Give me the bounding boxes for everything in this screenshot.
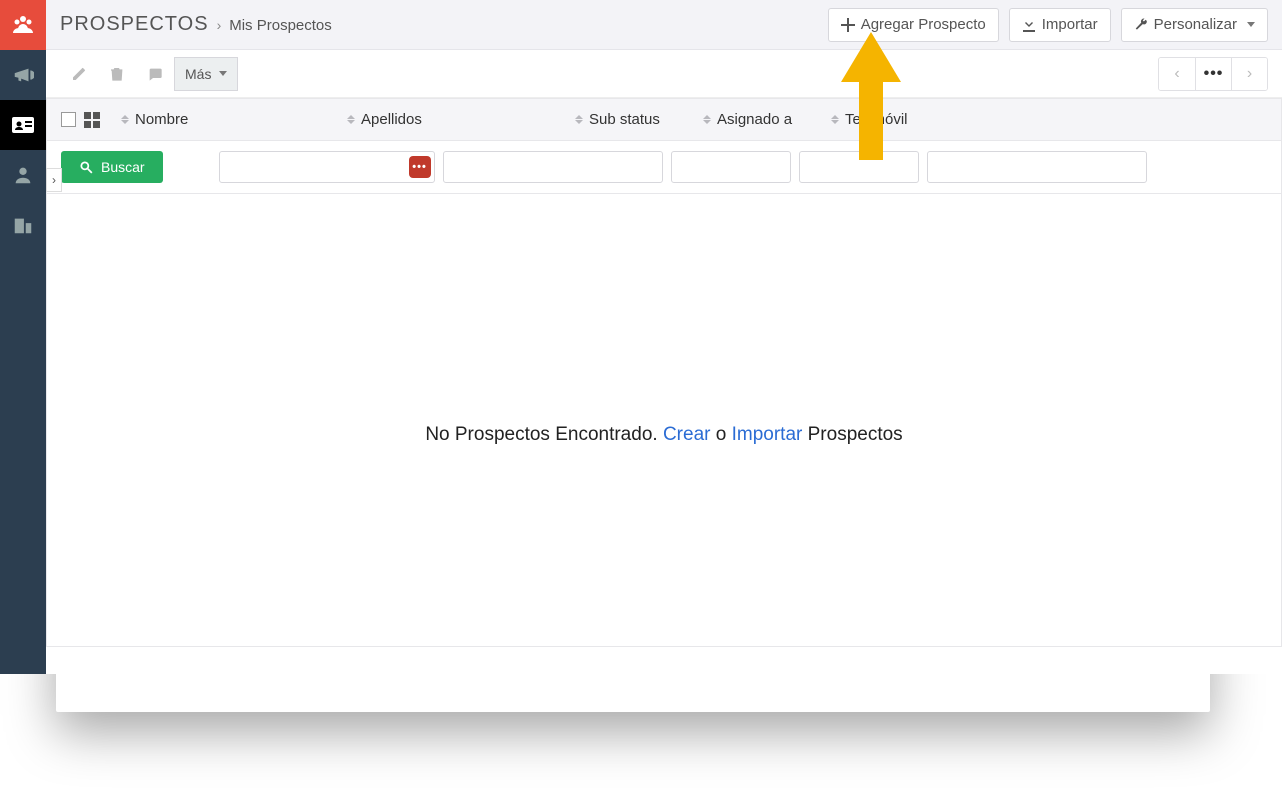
trash-icon	[109, 66, 125, 82]
caret-down-icon	[1247, 22, 1255, 27]
column-header-name[interactable]: Nombre	[113, 111, 339, 128]
comment-icon	[147, 66, 163, 82]
sidebar-item-organizations[interactable]	[0, 200, 46, 250]
customize-label: Personalizar	[1154, 16, 1237, 33]
column-header-mobile[interactable]: Tel. móvil	[823, 111, 1281, 128]
empty-prefix: No Prospectos Encontrado.	[425, 424, 663, 445]
filter-options-badge[interactable]: •••	[409, 156, 431, 178]
filter-substatus-input[interactable]	[671, 151, 791, 183]
edit-button[interactable]	[60, 57, 98, 91]
sidebar-expand-toggle[interactable]: ›	[46, 168, 62, 192]
filter-name-input[interactable]	[219, 151, 435, 183]
caret-down-icon	[219, 71, 227, 76]
column-label: Asignado a	[717, 111, 792, 128]
megaphone-icon	[12, 64, 34, 86]
plus-icon	[841, 18, 855, 32]
column-header-assigned[interactable]: Asignado a	[695, 111, 823, 128]
sort-icon	[575, 115, 583, 124]
empty-or: o	[710, 424, 731, 445]
select-all-checkbox[interactable]	[61, 112, 76, 127]
sort-icon	[831, 115, 839, 124]
chevron-right-icon: ›	[52, 173, 56, 187]
download-icon	[1022, 18, 1036, 32]
user-icon	[12, 164, 34, 186]
more-label: Más	[185, 66, 211, 82]
building-icon	[12, 214, 34, 236]
chevron-right-icon: ›	[1247, 65, 1252, 83]
people-icon	[11, 13, 35, 37]
filter-lastname-input[interactable]	[443, 151, 663, 183]
import-button[interactable]: Importar	[1009, 8, 1111, 42]
sidebar-item-campaigns[interactable]	[0, 50, 46, 100]
pencil-icon	[71, 66, 87, 82]
prospects-grid: Nombre Apellidos Sub status Asignado a	[46, 98, 1282, 647]
empty-suffix: Prospectos	[802, 424, 902, 445]
breadcrumb-separator: ›	[217, 17, 222, 33]
module-title: PROSPECTOS	[60, 13, 209, 36]
list-toolbar: Más ‹ ••• ›	[46, 50, 1282, 98]
column-label: Sub status	[589, 111, 660, 128]
ellipsis-icon: •••	[1204, 65, 1224, 83]
import-label: Importar	[1042, 16, 1098, 33]
column-label: Nombre	[135, 111, 188, 128]
id-card-icon	[11, 115, 35, 135]
breadcrumb: PROSPECTOS › Mis Prospectos	[60, 13, 818, 36]
pagination-nav: ‹ ••• ›	[1158, 57, 1268, 91]
sort-icon	[347, 115, 355, 124]
sidebar-item-prospects[interactable]	[0, 100, 46, 150]
column-label: Tel. móvil	[845, 111, 908, 128]
column-header-substatus[interactable]: Sub status	[567, 111, 695, 128]
empty-create-link[interactable]: Crear	[663, 424, 711, 445]
breadcrumb-current: Mis Prospectos	[229, 17, 332, 34]
page-prev-button[interactable]: ‹	[1159, 58, 1195, 90]
add-prospect-label: Agregar Prospecto	[861, 16, 986, 33]
wrench-icon	[1134, 18, 1148, 32]
column-label: Apellidos	[361, 111, 422, 128]
customize-button[interactable]: Personalizar	[1121, 8, 1268, 42]
column-header-lastname[interactable]: Apellidos	[339, 111, 567, 128]
sidebar	[0, 0, 46, 674]
search-icon	[79, 160, 93, 174]
add-prospect-button[interactable]: Agregar Prospecto	[828, 8, 999, 42]
empty-state: No Prospectos Encontrado. Crear o Import…	[47, 194, 1281, 646]
comment-button[interactable]	[136, 57, 174, 91]
more-actions-button[interactable]: Más	[174, 57, 238, 91]
sidebar-item-contacts[interactable]	[0, 150, 46, 200]
search-button[interactable]: Buscar	[61, 151, 163, 183]
view-toggle-icon[interactable]	[84, 112, 100, 128]
page-header: PROSPECTOS › Mis Prospectos Agregar Pros…	[46, 0, 1282, 50]
delete-button[interactable]	[98, 57, 136, 91]
page-next-button[interactable]: ›	[1231, 58, 1267, 90]
grid-filter-row: Buscar •••	[47, 141, 1281, 194]
search-label: Buscar	[101, 159, 145, 175]
page-indicator-button[interactable]: •••	[1195, 58, 1231, 90]
sort-icon	[121, 115, 129, 124]
filter-mobile-input[interactable]	[927, 151, 1147, 183]
sort-icon	[703, 115, 711, 124]
filter-assigned-input[interactable]	[799, 151, 919, 183]
grid-header-row: Nombre Apellidos Sub status Asignado a	[47, 99, 1281, 141]
chevron-left-icon: ‹	[1174, 65, 1179, 83]
empty-import-link[interactable]: Importar	[732, 424, 803, 445]
sidebar-item-people[interactable]	[0, 0, 46, 50]
